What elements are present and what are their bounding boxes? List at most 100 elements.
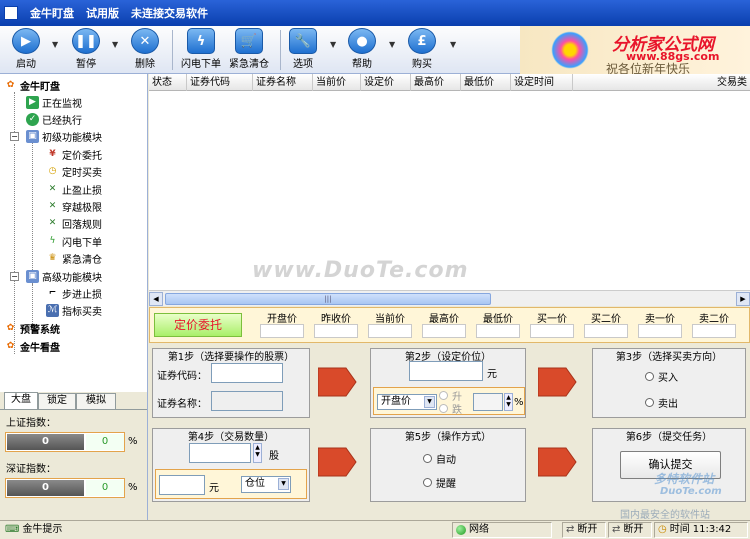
options-button[interactable]: 🔧 选项: [283, 28, 323, 72]
task-grid[interactable]: 状态 证券代码 证券名称 当前价 设定价 最高价 最低价 设定时间 交易类 ww…: [149, 74, 750, 306]
buy-button[interactable]: £ 购买: [402, 28, 442, 72]
tab-simulate[interactable]: 模拟: [76, 393, 116, 409]
mode-button[interactable]: 定价委托: [154, 313, 242, 337]
price-unit: 元: [487, 369, 497, 380]
tree-item-advanced-module[interactable]: ▣ 高级功能模块: [26, 268, 102, 284]
col-high[interactable]: 最高价: [411, 74, 461, 91]
emergency-clear-button[interactable]: 🛒 紧急清仓: [226, 28, 272, 72]
toolbar-separator: [172, 30, 173, 70]
price-input[interactable]: [409, 361, 483, 381]
price-type-select[interactable]: 开盘价 ▼: [377, 394, 437, 410]
status-bar: ⌨ 金牛提示 网络 ⇄ 断开 ⇄ 断开 ◷ 时间 11:3:42: [0, 520, 750, 539]
col-status[interactable]: 状态: [149, 74, 187, 91]
chevron-down-icon: ▼: [424, 396, 435, 408]
col-code[interactable]: 证券代码: [187, 74, 253, 91]
open-price-value: [260, 324, 304, 338]
col-trade[interactable]: 交易类: [573, 74, 750, 91]
tree-item-watching[interactable]: ▶ 正在监视: [26, 94, 82, 110]
pause-dropdown-icon[interactable]: ▼: [112, 40, 120, 50]
position-select[interactable]: 仓位 ▼: [241, 476, 291, 493]
col-set-price[interactable]: 设定价: [361, 74, 411, 91]
sell-radio[interactable]: 卖出: [645, 395, 678, 410]
greeting-text: 祝各位新年快乐: [606, 62, 691, 74]
high-price-value: [422, 324, 466, 338]
function-tree: ✿ 金牛盯盘 ▶ 正在监视 ✓ 已经执行 − ▣ 初级功能模块 ¥ 定价委托 ◷…: [0, 74, 148, 392]
tree-item-market-view[interactable]: ✿ 金牛看盘: [4, 338, 60, 354]
tree-item-indicator-trade[interactable]: ℳ 指标买卖: [46, 302, 102, 318]
pound-icon: £: [408, 28, 436, 54]
tree-item-cross-limit[interactable]: ✕ 穿越极限: [46, 198, 102, 214]
scroll-left-icon[interactable]: ◀: [149, 292, 163, 306]
amount-input[interactable]: [159, 475, 205, 495]
col-set-time[interactable]: 设定时间: [511, 74, 573, 91]
code-label: 证券代码：: [157, 371, 207, 382]
col-name[interactable]: 证券名称: [253, 74, 313, 91]
step4-panel: 第4步（交易数量） ▲ ▼ 股 元 仓位 ▼: [152, 428, 310, 502]
remind-radio[interactable]: 提醒: [423, 475, 456, 490]
step-arrow-icon: [318, 367, 357, 397]
col-low[interactable]: 最低价: [461, 74, 511, 91]
prev-close-value: [314, 324, 358, 338]
lightning-icon: ϟ: [49, 236, 56, 246]
duote-site-watermark: DuoTe.com: [660, 486, 722, 497]
start-dropdown-icon[interactable]: ▼: [52, 40, 60, 50]
tab-market[interactable]: 大盘: [4, 392, 38, 409]
step3-panel: 第3步（选择买卖方向） 买入 卖出: [592, 348, 746, 418]
buy-dropdown-icon[interactable]: ▼: [450, 40, 458, 50]
tree-item-emergency-clear[interactable]: ♛ 紧急清仓: [46, 250, 102, 266]
crown-icon: ♛: [48, 253, 57, 263]
lightning-order-button[interactable]: ϟ 闪电下单: [178, 28, 224, 72]
duote-watermark: www.DuoTe.com: [252, 258, 469, 283]
status-hint: ⌨ 金牛提示: [5, 524, 63, 535]
step1-title: 第1步（选择要操作的股票）: [165, 352, 297, 363]
help-dropdown-icon[interactable]: ▼: [389, 40, 397, 50]
fall-radio[interactable]: 跌: [439, 401, 462, 416]
wrench-icon: 🔧: [289, 28, 317, 54]
scroll-right-icon[interactable]: ▶: [736, 292, 750, 306]
pause-button[interactable]: ❚❚ 暂停: [66, 28, 106, 72]
buy-radio[interactable]: 买入: [645, 369, 678, 384]
quantity-input[interactable]: [189, 443, 251, 463]
tree-item-stop-loss[interactable]: ✕ 止盈止损: [46, 181, 102, 197]
tree-item-executed[interactable]: ✓ 已经执行: [26, 111, 82, 127]
col-current-price[interactable]: 当前价: [313, 74, 361, 91]
bid1-value: [530, 324, 574, 338]
bid2-value: [584, 324, 628, 338]
delete-button[interactable]: ✕ 删除: [125, 28, 165, 72]
sz-index-change: 0: [86, 480, 124, 496]
quantity-spinner[interactable]: ▲ ▼: [253, 443, 262, 463]
stock-code-input[interactable]: [211, 363, 283, 383]
options-dropdown-icon[interactable]: ▼: [330, 40, 338, 50]
tree-item-basic-module[interactable]: ▣ 初级功能模块: [26, 128, 102, 144]
collapse-advanced-icon[interactable]: −: [10, 272, 19, 281]
bid1-label: 买一价: [537, 314, 567, 325]
sh-percent-sign: %: [128, 436, 138, 447]
tree-item-alert-system[interactable]: ✿ 预警系统: [4, 320, 60, 336]
step6-title: 第6步（提交任务）: [623, 432, 715, 443]
collapse-basic-icon[interactable]: −: [10, 132, 19, 141]
delete-icon: ✕: [131, 28, 159, 54]
sz-index-box: 0 0: [5, 478, 125, 498]
step4-title: 第4步（交易数量）: [185, 432, 277, 443]
tree-item-lightning-order[interactable]: ϟ 闪电下单: [46, 233, 102, 249]
help-button[interactable]: ● 帮助: [342, 28, 382, 72]
flower-icon: ✿: [6, 323, 15, 333]
percent-spinner[interactable]: ▲ ▼: [504, 393, 513, 411]
tab-lock[interactable]: 锁定: [38, 393, 76, 409]
tree-item-fallback-rule[interactable]: ✕ 回落规则: [46, 215, 102, 231]
steps-icon: ⌐: [48, 288, 57, 298]
start-button[interactable]: ▶ 启动: [6, 28, 46, 72]
scroll-thumb[interactable]: |||: [165, 293, 491, 305]
tab-divider: [0, 409, 147, 410]
status-disconnect2: ⇄ 断开: [608, 522, 652, 538]
ad-banner[interactable]: 分析家公式网 www.88gs.com 祝各位新年快乐: [520, 26, 750, 74]
tree-item-timed-trade[interactable]: ◷ 定时买卖: [46, 163, 102, 179]
grid-horizontal-scrollbar[interactable]: ◀ ||| ▶: [149, 290, 750, 306]
step5-title: 第5步（操作方式）: [402, 432, 494, 443]
tree-item-step-stop[interactable]: ⌐ 步进止损: [46, 285, 102, 301]
percent-input[interactable]: [473, 393, 503, 411]
tree-root[interactable]: ✿ 金牛盯盘: [4, 77, 60, 93]
tree-item-fixed-price[interactable]: ¥ 定价委托: [46, 146, 102, 162]
auto-radio[interactable]: 自动: [423, 451, 456, 466]
step5-panel: 第5步（操作方式） 自动 提醒: [370, 428, 526, 502]
